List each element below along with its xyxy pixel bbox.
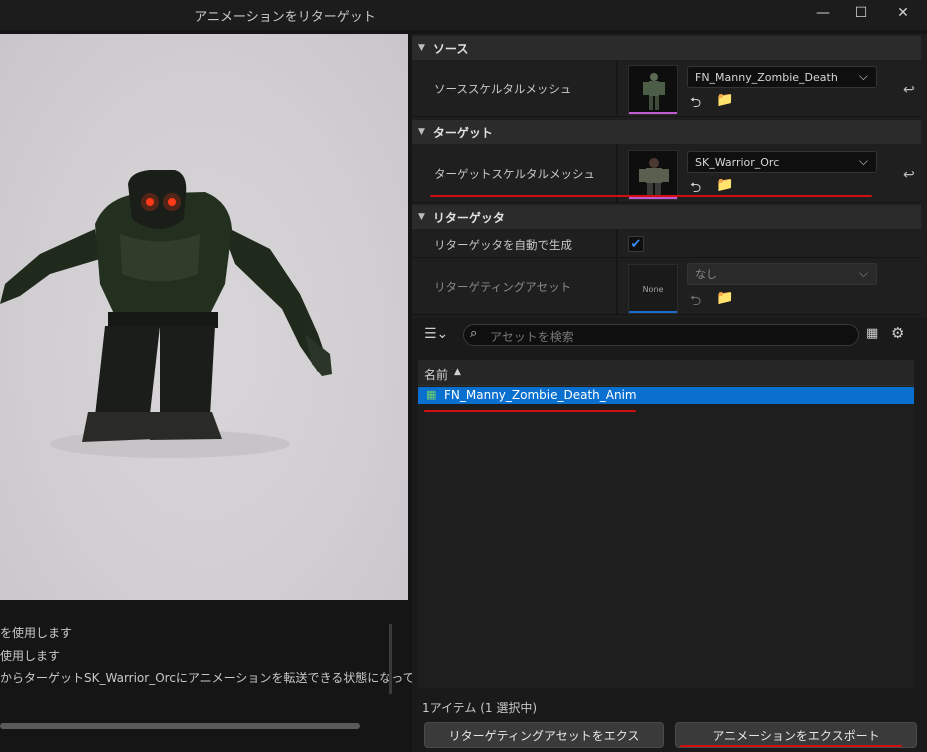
button-label: アニメーションをエクスポート: [712, 728, 880, 743]
auto-generate-row: リターゲッタを自動で生成: [412, 230, 921, 258]
browse-folder-icon[interactable]: 📁: [716, 290, 733, 306]
annotation-underline: [424, 410, 636, 412]
reset-arrow-icon[interactable]: ↩: [903, 82, 915, 98]
maximize-icon: ☐: [854, 5, 868, 21]
minimize-button[interactable]: —: [806, 0, 840, 26]
column-name: 名前: [424, 368, 449, 382]
section-title: ターゲット: [432, 125, 493, 140]
log-line: 使用します: [0, 649, 61, 663]
divider: [616, 61, 618, 116]
gear-icon[interactable]: ⚙: [891, 324, 904, 342]
button-label: リターゲティングアセットをエクス: [448, 728, 640, 743]
filter-icon[interactable]: ☰⌄: [424, 326, 448, 342]
annotation-underline: [680, 745, 902, 747]
auto-generate-checkbox[interactable]: ✔: [628, 236, 644, 252]
window-title: アニメーションをリターゲット: [194, 10, 376, 25]
collapse-triangle-icon: ▼: [418, 127, 425, 137]
folder-view-icon[interactable]: ▦: [866, 326, 878, 341]
annotation-underline: [430, 195, 872, 197]
preview-viewport[interactable]: [0, 34, 408, 600]
asset-type-bar: [629, 311, 677, 313]
target-mesh-thumbnail[interactable]: [628, 150, 678, 200]
source-mesh-label: ソーススケルタルメッシュ: [434, 82, 572, 96]
asset-type-bar: [629, 112, 677, 114]
log-horizontal-scrollbar[interactable]: [0, 723, 360, 729]
export-retarget-asset-button[interactable]: リターゲティングアセットをエクス: [424, 722, 664, 748]
chevron-down-icon: ⌵: [858, 154, 868, 168]
log-line: からターゲットSK_Warrior_Orcにアニメーションを転送できる状態になっ…: [0, 671, 415, 685]
maximize-button[interactable]: ☐: [844, 0, 878, 26]
divider: [616, 259, 618, 314]
log-panel: を使用します 使用します からターゲットSK_Warrior_Orcにアニメーシ…: [0, 612, 415, 752]
reset-arrow-icon[interactable]: ↩: [903, 167, 915, 183]
thumbnail-none-text: None: [642, 284, 664, 294]
target-mesh-dropdown[interactable]: SK_Warrior_Orc ⌵: [687, 151, 877, 173]
use-selected-icon[interactable]: ⮌: [690, 290, 701, 314]
target-mesh-value: SK_Warrior_Orc: [695, 155, 780, 169]
sort-ascending-icon: ▲: [454, 367, 461, 377]
asset-type-bar: [629, 197, 677, 199]
target-section-header[interactable]: ▼ ターゲット: [412, 120, 921, 144]
checkmark-icon: ✔: [630, 236, 642, 252]
list-header[interactable]: 名前 ▲: [418, 360, 914, 386]
use-selected-icon[interactable]: ⮌: [690, 92, 701, 116]
source-mesh-thumbnail[interactable]: [628, 65, 678, 115]
divider: [616, 230, 618, 257]
auto-generate-label: リターゲッタを自動で生成: [434, 238, 572, 252]
retarget-asset-label: リターゲティングアセット: [434, 280, 572, 294]
section-title: ソース: [432, 41, 469, 56]
zombie-thumbnail-icon: [629, 66, 677, 114]
retarget-asset-thumbnail[interactable]: None: [628, 264, 678, 314]
animation-asset-icon: ▦: [426, 388, 437, 401]
use-selected-icon[interactable]: ⮌: [690, 177, 701, 201]
close-icon: ✕: [897, 5, 909, 21]
character-preview: [0, 170, 332, 458]
close-button[interactable]: ✕: [886, 0, 920, 26]
log-line: を使用します: [0, 626, 73, 640]
browse-folder-icon[interactable]: 📁: [716, 177, 733, 193]
divider: [616, 145, 618, 202]
source-mesh-dropdown[interactable]: FN_Manny_Zombie_Death ⌵: [687, 66, 877, 88]
retargeter-section-header[interactable]: ▼ リターゲッタ: [412, 205, 921, 229]
browse-folder-icon[interactable]: 📁: [716, 92, 733, 108]
log-vertical-scrollbar[interactable]: [389, 624, 392, 694]
item-count-status: 1アイテム (1 選択中): [422, 701, 538, 715]
source-section-header[interactable]: ▼ ソース: [412, 36, 921, 60]
search-input[interactable]: ⌕ アセットを検索: [463, 324, 859, 346]
search-placeholder: アセットを検索: [490, 330, 574, 344]
list-item[interactable]: ▦ FN_Manny_Zombie_Death_Anim: [418, 387, 914, 404]
retarget-asset-value: なし: [695, 268, 717, 281]
orc-thumbnail-icon: [629, 151, 677, 199]
retarget-asset-dropdown[interactable]: なし ⌵: [687, 263, 877, 285]
collapse-triangle-icon: ▼: [418, 212, 425, 222]
collapse-triangle-icon: ▼: [418, 43, 425, 53]
target-mesh-label: ターゲットスケルタルメッシュ: [434, 167, 595, 181]
minimize-icon: —: [816, 5, 830, 21]
source-mesh-value: FN_Manny_Zombie_Death: [695, 70, 838, 84]
chevron-down-icon: ⌵: [858, 69, 868, 83]
asset-name: FN_Manny_Zombie_Death_Anim: [444, 388, 637, 402]
search-icon: ⌕: [470, 326, 478, 341]
section-title: リターゲッタ: [432, 210, 505, 225]
chevron-down-icon: ⌵: [858, 266, 868, 280]
